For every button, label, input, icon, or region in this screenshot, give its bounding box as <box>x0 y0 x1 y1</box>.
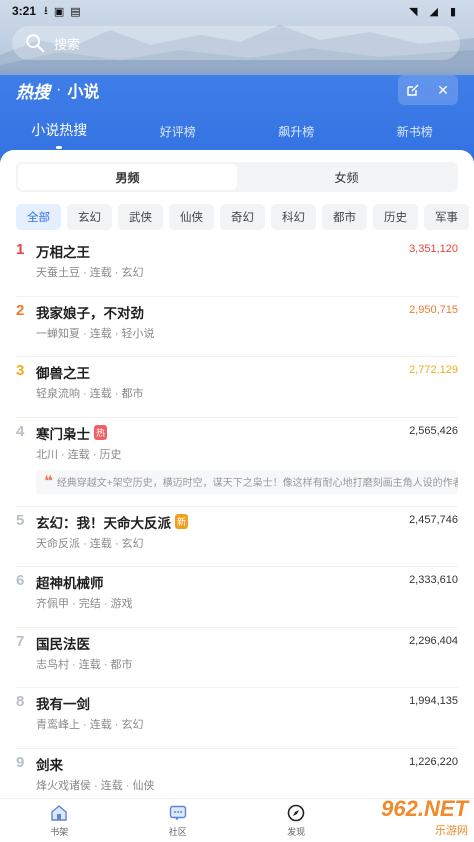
sim-icon: ▤ <box>70 5 81 18</box>
rank-number: 1 <box>16 241 25 258</box>
category-chips: 全部 玄幻 武侠 仙侠 奇幻 科幻 都市 历史 军事 <box>16 204 474 230</box>
book-meta: 志鸟村 · 连载 · 都市 <box>36 658 133 671</box>
hot-count: 2,950,715 <box>409 303 458 316</box>
nav-community[interactable]: 社区 <box>119 799 238 842</box>
book-meta: 一蝉知夏 · 连载 · 轻小说 <box>36 327 155 340</box>
book-title: 寒门枭士热 <box>36 425 108 442</box>
book-meta: 天蚕土豆 · 连载 · 玄幻 <box>36 267 144 279</box>
edit-icon[interactable] <box>398 75 428 105</box>
hot-count: 2,565,426 <box>409 424 458 437</box>
chip-kehuan[interactable]: 科幻 <box>271 204 316 230</box>
status-bar: 3:21 ⭳ ▣ ▤ ◥ ◢ ▮ <box>0 0 474 22</box>
search-bar[interactable]: 搜索 <box>12 26 460 60</box>
book-title: 我有一剑 <box>36 697 90 712</box>
book-title: 我家娘子，不对劲 <box>36 305 144 321</box>
header-actions: ✕ <box>398 75 458 105</box>
book-meta: 北川 · 连载 · 历史 <box>36 448 122 461</box>
watermark-logo: 962.NET 乐游网 <box>348 796 468 840</box>
book-meta: 天命反派 · 连载 · 玄幻 <box>36 537 144 550</box>
quote-icon: ❝ <box>44 473 53 490</box>
book-quote: ❝ 经典穿越文+架空历史，横迈时空，谋天下之枭士！像这样有耐心地打磨刻画主角人设… <box>36 469 458 494</box>
tab-hot-search[interactable]: 小说热搜 <box>0 114 119 150</box>
list-item[interactable]: 3 御兽之王 轻泉流响 · 连载 · 都市 2,772,129 <box>16 357 458 418</box>
book-title: 万相之王 <box>36 245 90 260</box>
rank-number: 9 <box>16 753 25 771</box>
rank-number: 3 <box>16 362 25 379</box>
bookshelf-icon <box>51 805 67 821</box>
book-title: 剑来 <box>36 757 63 773</box>
book-title: 玄幻：我！天命大反派新 <box>36 514 189 531</box>
list-item[interactable]: 6 超神机械师 齐佩甲 · 完结 · 游戏 2,333,610 <box>16 567 458 628</box>
chip-xuanhuan[interactable]: 玄幻 <box>67 204 112 230</box>
chip-dushi[interactable]: 都市 <box>322 204 367 230</box>
hot-count: 1,226,220 <box>409 755 458 768</box>
list-item[interactable]: 8 我有一剑 青鸾峰上 · 连载 · 玄幻 1,994,135 <box>16 688 458 749</box>
title-separator: · <box>56 81 62 98</box>
book-list: 1 万相之王 天蚕土豆 · 连载 · 玄幻 3,351,120 2 我家娘子，不… <box>0 236 474 809</box>
list-item[interactable]: 2 我家娘子，不对劲 一蝉知夏 · 连载 · 轻小说 2,950,715 <box>16 297 458 357</box>
rank-tabs: 小说热搜 好评榜 飙升榜 新书榜 <box>0 114 474 150</box>
hot-count: 3,351,120 <box>409 243 458 255</box>
quote-text: 经典穿越文+架空历史，横迈时空，谋天下之枭士！像这样有耐心地打磨刻画主角人设的作… <box>56 478 458 489</box>
list-item[interactable]: 4 寒门枭士热 北川 · 连载 · 历史 2,565,426 ❝ 经典穿越文+架… <box>16 418 458 507</box>
battery-icon: ▮ <box>449 5 456 18</box>
community-icon <box>169 805 186 821</box>
book-title: 御兽之王 <box>36 366 90 381</box>
title-bar: 热搜 · 小说 ✕ <box>0 72 474 108</box>
hot-count: 2,333,610 <box>409 574 458 586</box>
hot-count: 2,296,404 <box>409 634 458 647</box>
discover-icon <box>287 804 305 822</box>
list-item[interactable]: 7 国民法医 志鸟村 · 连载 · 都市 2,296,404 <box>16 628 458 688</box>
nav-bookshelf[interactable]: 书架 <box>0 799 119 842</box>
watermark-main: 962.NET <box>381 796 468 821</box>
book-title: 国民法医 <box>36 636 90 652</box>
chip-xianxia[interactable]: 仙侠 <box>169 204 214 230</box>
rank-number: 5 <box>16 511 25 529</box>
chip-junshi[interactable]: 军事 <box>424 204 469 230</box>
chip-lishi[interactable]: 历史 <box>373 204 418 230</box>
book-meta: 齐佩甲 · 完结 · 游戏 <box>36 598 133 610</box>
wifi-icon: ◥ <box>409 5 418 18</box>
gender-segment: 男频 女频 <box>16 162 458 192</box>
tab-rising[interactable]: 飙升榜 <box>237 114 356 150</box>
chip-wuxia[interactable]: 武侠 <box>118 204 163 230</box>
segment-female[interactable]: 女频 <box>237 164 456 190</box>
segment-male[interactable]: 男频 <box>18 164 237 190</box>
search-icon <box>26 34 45 53</box>
hot-count: 2,457,746 <box>409 513 458 526</box>
rank-number: 8 <box>16 693 25 710</box>
book-meta: 烽火戏诸侯 · 连载 · 仙侠 <box>36 779 155 792</box>
brand-logo: 热搜 <box>16 82 50 102</box>
book-meta: 青鸾峰上 · 连载 · 玄幻 <box>36 719 144 731</box>
hot-count: 1,994,135 <box>409 695 458 707</box>
status-time: 3:21 <box>12 4 37 18</box>
book-meta: 轻泉流响 · 连载 · 都市 <box>36 388 144 400</box>
rank-number: 7 <box>16 632 25 650</box>
hot-badge: 热 <box>94 425 108 440</box>
chip-all[interactable]: 全部 <box>16 204 61 230</box>
new-badge: 新 <box>175 514 189 529</box>
rank-number: 2 <box>16 301 25 319</box>
tab-good-reviews[interactable]: 好评榜 <box>119 114 238 150</box>
nav-discover[interactable]: 发现 <box>237 799 356 842</box>
page-title: 小说 <box>67 84 100 101</box>
book-title: 超神机械师 <box>36 576 104 591</box>
watermark-sub: 乐游网 <box>435 825 468 837</box>
close-icon[interactable]: ✕ <box>428 75 458 105</box>
rank-number: 4 <box>16 422 25 440</box>
chip-qihuan[interactable]: 奇幻 <box>220 204 265 230</box>
search-placeholder: 搜索 <box>54 36 81 52</box>
rank-number: 6 <box>16 572 25 589</box>
list-item[interactable]: 5 玄幻：我！天命大反派新 天命反派 · 连载 · 玄幻 2,457,746 <box>16 507 458 567</box>
tab-new-books[interactable]: 新书榜 <box>356 114 474 150</box>
hot-count: 2,772,129 <box>409 364 458 376</box>
signal-icon: ◢ <box>429 5 438 18</box>
download-icon: ⭳ <box>44 4 48 17</box>
list-item[interactable]: 1 万相之王 天蚕土豆 · 连载 · 玄幻 3,351,120 <box>16 236 458 297</box>
ranking-panel: 男频 女频 全部 玄幻 武侠 仙侠 奇幻 科幻 都市 历史 军事 1 万相之王 … <box>0 150 474 842</box>
a-icon: ▣ <box>53 5 65 18</box>
